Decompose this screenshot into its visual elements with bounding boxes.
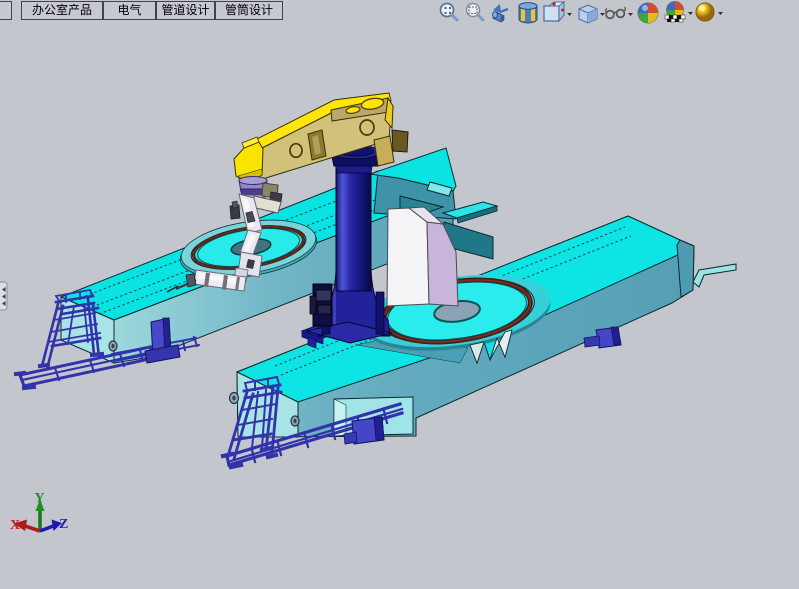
svg-text:X: X bbox=[10, 518, 20, 533]
svg-text:Z: Z bbox=[59, 517, 68, 532]
svg-text:Y: Y bbox=[35, 491, 45, 506]
